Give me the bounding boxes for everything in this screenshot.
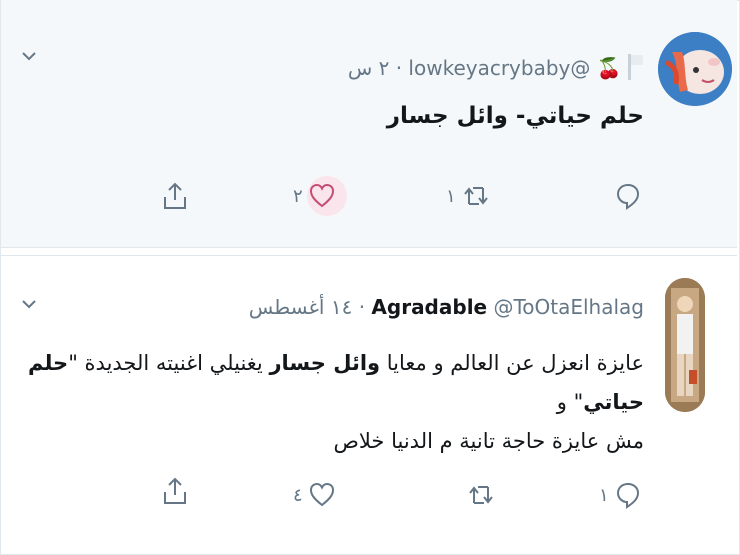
tweet-card[interactable]: Agradable @ToOtaElhalag · ١٤ أغسطس عايزة… <box>1 255 737 554</box>
heart-icon <box>309 183 334 208</box>
retweet-icon <box>469 486 493 504</box>
tweet-text: حلم حياتي- وائل جسار <box>386 103 644 129</box>
separator-dot: · <box>395 56 403 80</box>
share-button[interactable] <box>162 471 188 511</box>
reply-button[interactable] <box>615 176 641 216</box>
tweet-text-line-1: عايزة انعزل عن العالم و معايا وائل جسار … <box>24 344 644 422</box>
reply-count: ١ <box>599 484 609 506</box>
like-count: ٢ <box>293 185 303 207</box>
like-button[interactable]: ٤ <box>293 475 335 515</box>
share-icon <box>164 182 186 209</box>
share-icon <box>164 477 186 504</box>
avatar[interactable] <box>658 32 732 106</box>
avatar[interactable] <box>665 278 705 412</box>
retweet-count: ١ <box>446 185 456 207</box>
retweet-button[interactable]: ١ <box>446 176 490 216</box>
tweet-text-segment: " و <box>556 390 584 414</box>
separator-dot: · <box>358 295 366 319</box>
chevron-down-icon[interactable] <box>21 48 37 64</box>
tweet-header: 🍒 @lowkeyacrybaby · ٢ س <box>348 52 644 87</box>
tweet-text: عايزة انعزل عن العالم و معايا وائل جسار … <box>24 344 644 461</box>
tweet-header: Agradable @ToOtaElhalag · ١٤ أغسطس <box>249 295 644 319</box>
user-handle[interactable]: @lowkeyacrybaby <box>408 56 590 80</box>
tweet-time[interactable]: ٢ س <box>348 56 390 80</box>
tweet-card[interactable]: 🍒 @lowkeyacrybaby · ٢ س حلم حياتي- وائل … <box>1 0 737 248</box>
tweet-time[interactable]: ١٤ أغسطس <box>249 295 353 319</box>
like-button[interactable]: ٢ <box>293 176 335 216</box>
reply-icon <box>616 183 640 210</box>
user-handle[interactable]: @ToOtaElhalag <box>493 295 644 319</box>
flag-icon <box>628 52 644 87</box>
heart-icon <box>309 482 334 507</box>
tweet-text-bold: وائل جسار <box>269 351 381 375</box>
retweet-button[interactable] <box>467 475 495 515</box>
name-emoji: 🍒 <box>596 56 622 80</box>
share-button[interactable] <box>162 176 188 216</box>
reply-button[interactable]: ١ <box>599 475 641 515</box>
tweet-text-line-2: مش عايزة حاجة تانية م الدنيا خلاص <box>333 429 644 453</box>
reply-icon <box>616 482 639 509</box>
display-name[interactable]: Agradable <box>371 295 487 319</box>
tweet-text-segment: يغنيلي اغنيته الجديدة " <box>68 351 270 375</box>
chevron-down-icon[interactable] <box>21 296 37 312</box>
tweet-text-segment: عايزة انعزل عن العالم و معايا <box>380 351 644 375</box>
like-count: ٤ <box>293 484 303 506</box>
retweet-icon <box>463 187 488 205</box>
